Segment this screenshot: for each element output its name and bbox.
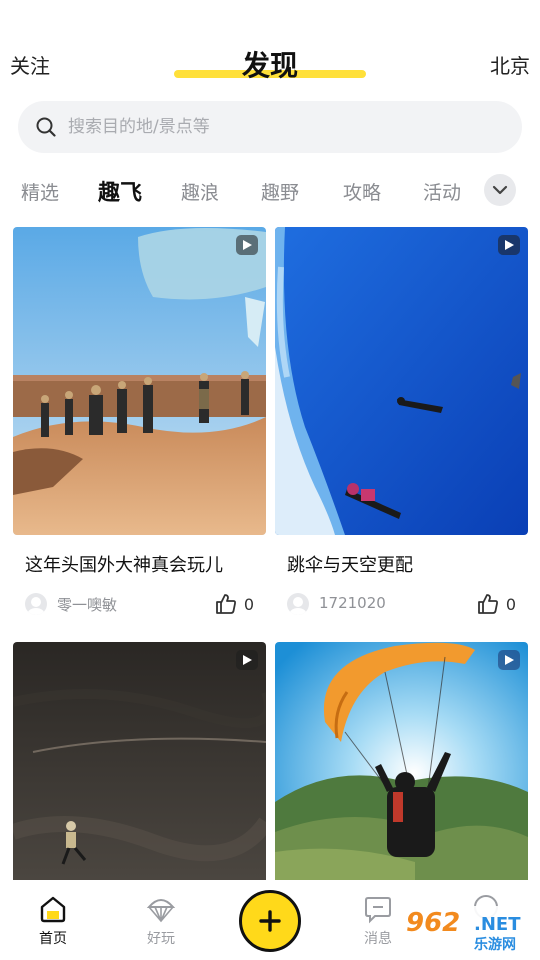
avatar[interactable] <box>287 593 309 615</box>
tab-huodong[interactable]: 活动 <box>423 178 461 205</box>
card-thumbnail[interactable] <box>13 642 266 880</box>
plus-icon <box>259 910 281 932</box>
parachute-icon <box>146 899 176 923</box>
video-play-icon <box>236 650 258 670</box>
cliff-rappel-image <box>13 642 266 880</box>
default-avatar-icon <box>289 597 307 615</box>
video-play-icon <box>498 650 520 670</box>
nav-messages[interactable]: 消息 <box>348 894 408 948</box>
search-icon <box>36 117 56 137</box>
card-thumbnail[interactable] <box>275 642 528 880</box>
card-title[interactable]: 这年头国外大神真会玩儿 <box>25 551 223 577</box>
site-watermark: 962 .NET 乐游网 <box>400 906 534 956</box>
avatar[interactable] <box>25 593 47 615</box>
like-count: 0 <box>243 595 254 614</box>
chevron-down-icon <box>492 185 508 195</box>
tab-qufei[interactable]: 趣飞 <box>98 175 142 207</box>
card-thumbnail[interactable] <box>13 227 266 535</box>
nav-fun-label: 好玩 <box>147 931 175 947</box>
home-icon <box>40 896 66 923</box>
thumbs-up-icon[interactable] <box>214 592 238 616</box>
nav-home-label: 首页 <box>39 931 67 947</box>
tab-qulang[interactable]: 趣浪 <box>181 178 219 205</box>
search-input[interactable] <box>68 101 498 153</box>
nav-messages-label: 消息 <box>364 931 392 947</box>
tab-quye[interactable]: 趣野 <box>261 178 299 205</box>
tab-gonglue[interactable]: 攻略 <box>343 178 381 205</box>
feed-card[interactable] <box>275 642 528 880</box>
message-icon <box>365 897 391 924</box>
thumbs-up-icon[interactable] <box>476 592 500 616</box>
watermark-brand: 962 <box>406 908 461 938</box>
default-avatar-icon <box>27 597 45 615</box>
watermark-site: 乐游网 <box>474 937 516 953</box>
feed-card[interactable]: 这年头国外大神真会玩儿 零一噢敏 0 <box>13 227 266 627</box>
video-play-icon <box>236 235 258 255</box>
tab-jingxuan[interactable]: 精选 <box>21 178 59 205</box>
canyon-jump-image <box>13 227 266 535</box>
card-author[interactable]: 零一噢敏 <box>57 594 117 615</box>
nav-home[interactable]: 首页 <box>23 894 83 948</box>
nav-fun[interactable]: 好玩 <box>131 894 191 948</box>
paragliding-image <box>275 642 528 880</box>
top-header: 关注 发现 北京 <box>0 40 540 90</box>
like-count: 0 <box>505 595 516 614</box>
card-author[interactable]: 1721020 <box>319 594 386 612</box>
watermark-suffix: .NET <box>474 914 521 935</box>
search-bar[interactable] <box>18 101 522 153</box>
tabs-expand-button[interactable] <box>484 174 516 206</box>
feed-card[interactable]: 跳伞与天空更配 1721020 0 <box>275 227 528 627</box>
skydiving-image <box>275 227 528 535</box>
page-title[interactable]: 发现 <box>0 44 540 84</box>
feed-card[interactable] <box>13 642 266 880</box>
post-button[interactable] <box>239 890 301 952</box>
video-play-icon <box>498 235 520 255</box>
card-thumbnail[interactable] <box>275 227 528 535</box>
card-title[interactable]: 跳伞与天空更配 <box>287 551 413 577</box>
category-tabs: 精选 趣飞 趣浪 趣野 攻略 活动 <box>0 172 540 208</box>
